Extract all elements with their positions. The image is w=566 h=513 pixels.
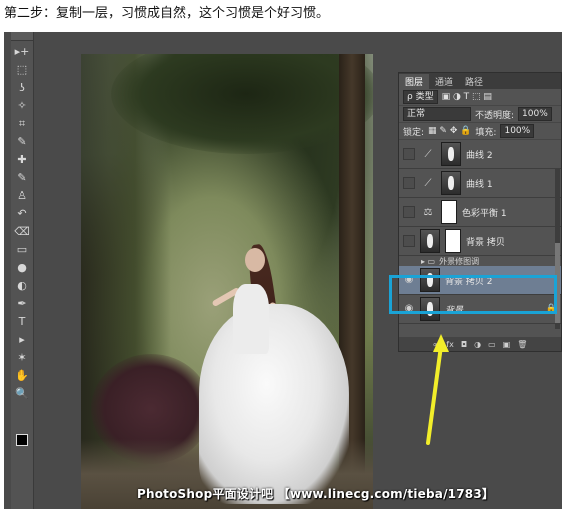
opacity-label: 不透明度: — [475, 110, 515, 121]
folder-icon: ▸ ▭ — [421, 256, 436, 266]
curves-icon: ⟋ — [424, 177, 432, 189]
bride-head — [245, 248, 265, 272]
layer-thumbnail — [441, 171, 461, 195]
bride-dress — [199, 304, 349, 504]
crop-icon[interactable]: ⌗ — [13, 116, 31, 131]
bride-bodice — [233, 284, 269, 354]
healing-brush-icon[interactable]: ✚ — [13, 152, 31, 167]
filter-row: ρ 类型 ▣ ◑ T ⬚ ▤ — [399, 89, 561, 106]
layer-thumbnail — [441, 142, 461, 166]
blend-row: 正常 不透明度: 100% — [399, 106, 561, 123]
gradient-icon[interactable]: ▭ — [13, 242, 31, 257]
layer-curves-2[interactable]: ⟋ 曲线 2 — [399, 140, 561, 169]
lock-icons[interactable]: ▦ ✎ ✥ 🔒 — [428, 126, 471, 136]
lasso-icon[interactable]: ʖ — [13, 80, 31, 95]
foreground-color-swatch[interactable] — [16, 434, 28, 446]
history-brush-icon[interactable]: ↶ — [13, 206, 31, 221]
lock-label: 锁定: — [403, 127, 425, 138]
toolbar-grip[interactable] — [11, 32, 33, 41]
zoom-icon[interactable]: 🔍 — [13, 386, 31, 401]
link-icon[interactable]: ∞ — [433, 340, 440, 349]
move-icon[interactable]: ▸+ — [13, 44, 31, 59]
visibility-toggle[interactable] — [403, 206, 415, 218]
layer-name: 背景 拷贝 — [466, 237, 505, 248]
shape-icon[interactable]: ✶ — [13, 350, 31, 365]
group-name: 外景修图调 — [439, 256, 480, 266]
layer-mask-thumbnail — [445, 229, 461, 253]
hand-icon[interactable]: ✋ — [13, 368, 31, 383]
visibility-toggle[interactable] — [403, 177, 415, 189]
brush-icon[interactable]: ✎ — [13, 170, 31, 185]
visibility-toggle[interactable] — [403, 148, 415, 160]
magic-wand-icon[interactable]: ✧ — [13, 98, 31, 113]
fill-label: 填充: — [475, 127, 497, 138]
filter-icons[interactable]: ▣ ◑ T ⬚ ▤ — [442, 92, 492, 102]
lock-row: 锁定: ▦ ✎ ✥ 🔒 填充: 100% — [399, 123, 561, 140]
marquee-icon[interactable]: ⬚ — [13, 62, 31, 77]
step-caption: 第二步：复制一层，习惯成自然，这个习惯是个好习惯。 — [4, 6, 330, 21]
eraser-icon[interactable]: ⌫ — [13, 224, 31, 239]
layer-background-copy[interactable]: 背景 拷贝 — [399, 227, 561, 256]
layer-name: 色彩平衡 1 — [462, 208, 507, 219]
eyedropper-icon[interactable]: ✎ — [13, 134, 31, 149]
panel-tabs: 图层 通道 路径 — [399, 73, 561, 89]
tab-paths[interactable]: 路径 — [459, 74, 489, 89]
clone-stamp-icon[interactable]: ♙ — [13, 188, 31, 203]
opacity-field[interactable]: 100% — [518, 107, 552, 121]
panel-bottom-bar: ∞ fx ◘ ◑ ▭ ▣ 🗑 — [399, 337, 561, 351]
layer-name: 曲线 1 — [466, 179, 493, 190]
blend-mode-select[interactable]: 正常 — [403, 107, 471, 121]
pen-icon[interactable]: ✒ — [13, 296, 31, 311]
photoshop-window: ▸+ ⬚ ʖ ✧ ⌗ ✎ ✚ ✎ ♙ ↶ ⌫ ▭ ● ◐ ✒ T ▸ ✶ ✋ 🔍 PhotoShop平面设计吧 【ww… — [4, 32, 562, 509]
color-balance-icon: ⚖ — [423, 206, 433, 218]
trash-icon[interactable]: 🗑 — [517, 340, 527, 349]
tab-layers[interactable]: 图层 — [399, 74, 430, 89]
selection-highlight-box — [389, 275, 557, 314]
add-mask-icon[interactable]: ◘ — [461, 340, 467, 349]
layer-filter-select[interactable]: ρ 类型 — [403, 90, 438, 104]
new-group-icon[interactable]: ▭ — [488, 340, 496, 349]
dodge-icon[interactable]: ◐ — [13, 278, 31, 293]
visibility-toggle[interactable] — [403, 235, 415, 247]
layer-group[interactable]: ▸ ▭ 外景修图调 — [399, 256, 561, 266]
document-canvas[interactable] — [81, 54, 373, 509]
new-layer-icon[interactable]: ▣ — [503, 340, 511, 349]
fx-icon[interactable]: fx — [446, 340, 454, 349]
layer-name: 曲线 2 — [466, 150, 493, 161]
watermark: PhotoShop平面设计吧 【www.linecg.com/tieba/178… — [137, 487, 495, 501]
blur-icon[interactable]: ● — [13, 260, 31, 275]
type-icon[interactable]: T — [13, 314, 31, 329]
layer-color-balance-1[interactable]: ⚖ 色彩平衡 1 — [399, 198, 561, 227]
adjustment-icon[interactable]: ◑ — [474, 340, 481, 349]
fill-field[interactable]: 100% — [500, 124, 535, 138]
layer-mask-thumbnail — [441, 200, 457, 224]
tools-panel: ▸+ ⬚ ʖ ✧ ⌗ ✎ ✚ ✎ ♙ ↶ ⌫ ▭ ● ◐ ✒ T ▸ ✶ ✋ 🔍 — [11, 32, 34, 509]
curves-icon: ⟋ — [424, 148, 432, 160]
path-selection-icon[interactable]: ▸ — [13, 332, 31, 347]
layer-curves-1[interactable]: ⟋ 曲线 1 — [399, 169, 561, 198]
layer-thumbnail — [420, 229, 440, 253]
tab-channels[interactable]: 通道 — [429, 74, 459, 89]
